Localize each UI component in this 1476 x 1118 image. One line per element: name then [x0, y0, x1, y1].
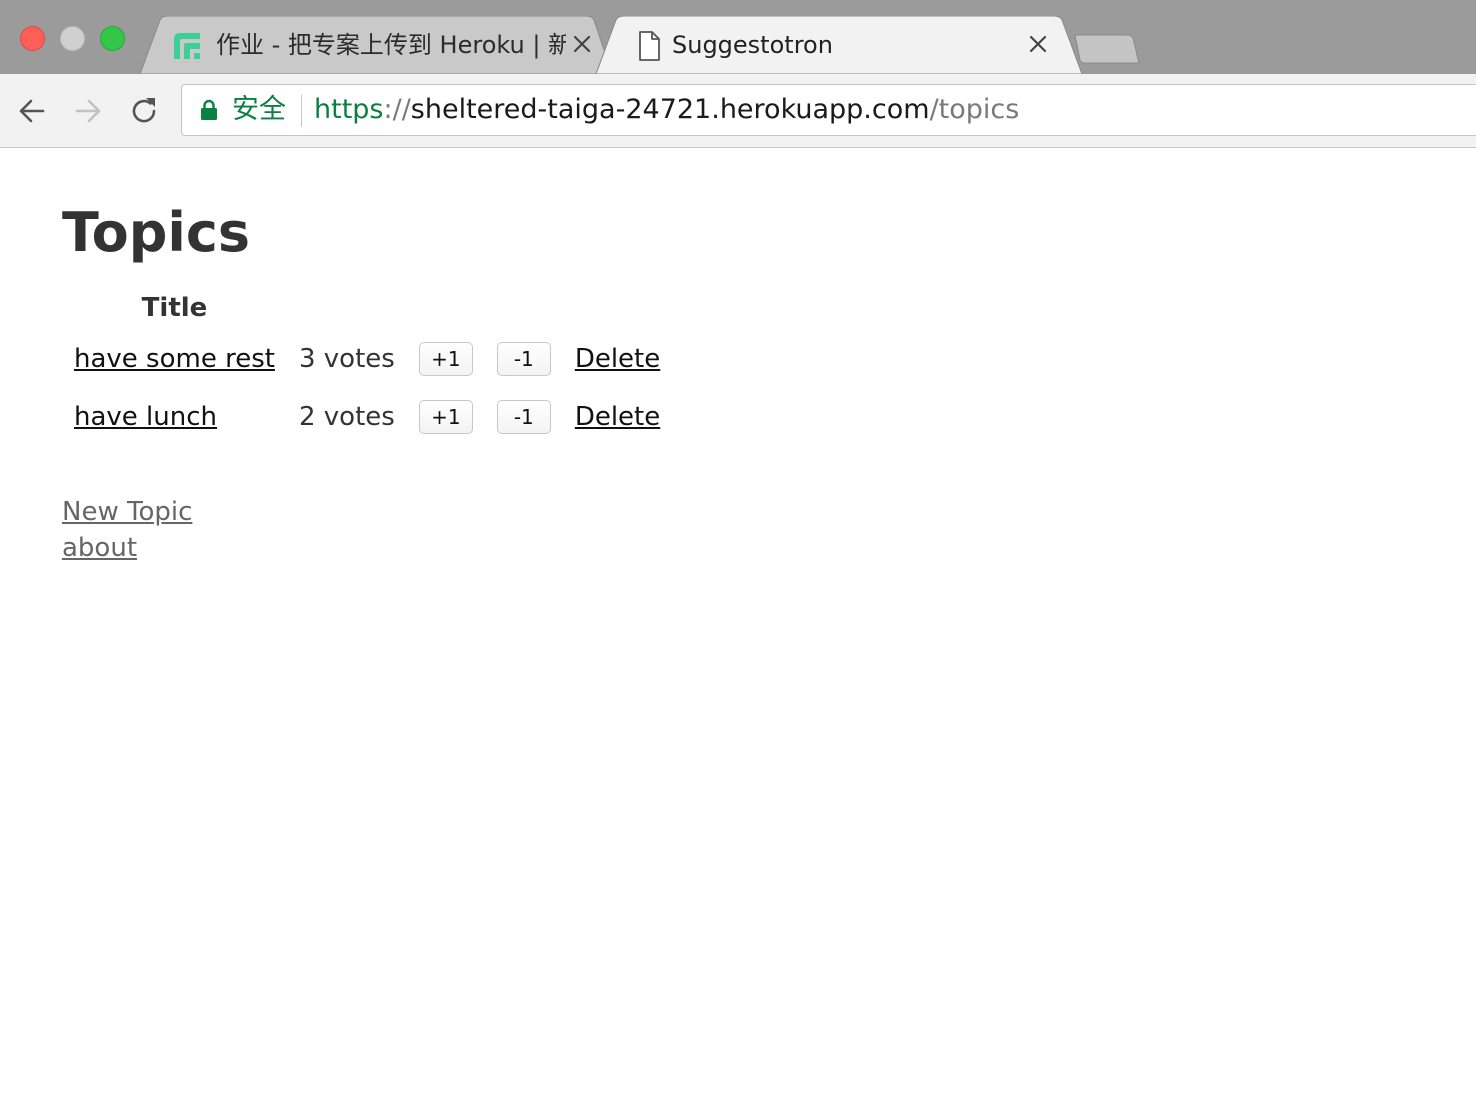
upvote-cell: +1: [407, 388, 485, 446]
tab-close-icon[interactable]: [1025, 31, 1051, 57]
reload-icon: [132, 98, 156, 123]
browser-titlebar: 作业 - 把专案上传到 Heroku | 新 Suggestotron: [0, 0, 1476, 74]
tab-title: Suggestotron: [672, 31, 833, 59]
footer-links: New Topic about: [62, 494, 192, 566]
column-header-title: Title: [141, 293, 208, 323]
new-tab-button[interactable]: [1073, 33, 1141, 65]
topic-link[interactable]: have lunch: [74, 402, 217, 432]
votes-count: 3 votes: [298, 344, 395, 374]
delete-link[interactable]: Delete: [575, 344, 660, 374]
downvote-cell: -1: [485, 330, 563, 388]
back-button[interactable]: [15, 94, 49, 128]
downvote-cell: -1: [485, 388, 563, 446]
table-row: have some rest 3 votes +1 -1 Delete: [62, 330, 672, 388]
forward-button[interactable]: [71, 94, 105, 128]
delete-cell: Delete: [563, 388, 672, 446]
topics-table: Title have some rest 3 votes +1 -1 Delet…: [62, 286, 672, 446]
upvote-button[interactable]: +1: [418, 400, 473, 434]
address-bar[interactable]: 安全 https://sheltered-taiga-24721.herokua…: [181, 84, 1476, 136]
column-header-upvote: [407, 286, 485, 330]
delete-cell: Delete: [563, 330, 672, 388]
tab-suggestotron[interactable]: Suggestotron: [596, 16, 1082, 74]
logo-icon: [170, 29, 204, 63]
omnibox-divider: [301, 95, 302, 127]
upvote-cell: +1: [407, 330, 485, 388]
window-minimize-button[interactable]: [60, 26, 85, 51]
table-header-row: Title: [62, 286, 672, 330]
table-row: have lunch 2 votes +1 -1 Delete: [62, 388, 672, 446]
delete-link[interactable]: Delete: [575, 402, 660, 432]
url-scheme: https: [314, 94, 384, 125]
arrow-right-icon: [75, 99, 101, 123]
window-maximize-button[interactable]: [100, 26, 125, 51]
topic-link[interactable]: have some rest: [74, 344, 275, 374]
upvote-button[interactable]: +1: [418, 342, 473, 376]
url-path: /topics: [929, 94, 1020, 125]
page-content: Topics Title have some rest 3 votes +1 -…: [0, 148, 1476, 1118]
votes-count: 2 votes: [298, 402, 395, 432]
secure-label: 安全: [232, 94, 286, 125]
arrow-left-icon: [19, 99, 45, 123]
url-host: sheltered-taiga-24721.herokuapp.com: [410, 94, 930, 125]
column-header-downvote: [485, 286, 563, 330]
tab-title: 作业 - 把专案上传到 Heroku | 新: [216, 31, 566, 59]
topic-title-cell: have some rest: [62, 330, 287, 388]
browser-toolbar: 安全 https://sheltered-taiga-24721.herokua…: [0, 74, 1476, 148]
lock-icon: [201, 99, 217, 120]
tab-close-icon[interactable]: [569, 31, 595, 57]
tab-heroku-homework[interactable]: 作业 - 把专案上传到 Heroku | 新: [140, 16, 612, 74]
downvote-button[interactable]: -1: [496, 342, 551, 376]
reload-button[interactable]: [127, 94, 161, 128]
document-icon: [632, 29, 666, 63]
window-close-button[interactable]: [20, 26, 45, 51]
downvote-button[interactable]: -1: [496, 400, 551, 434]
new-topic-link[interactable]: New Topic: [62, 494, 192, 530]
topic-title-cell: have lunch: [62, 388, 287, 446]
column-header-votes: [287, 286, 407, 330]
url-separator: ://: [383, 94, 411, 125]
page-title: Topics: [62, 201, 251, 264]
column-header-delete: [563, 286, 672, 330]
about-link[interactable]: about: [62, 530, 192, 566]
url-text[interactable]: https://sheltered-taiga-24721.herokuapp.…: [314, 94, 1019, 126]
